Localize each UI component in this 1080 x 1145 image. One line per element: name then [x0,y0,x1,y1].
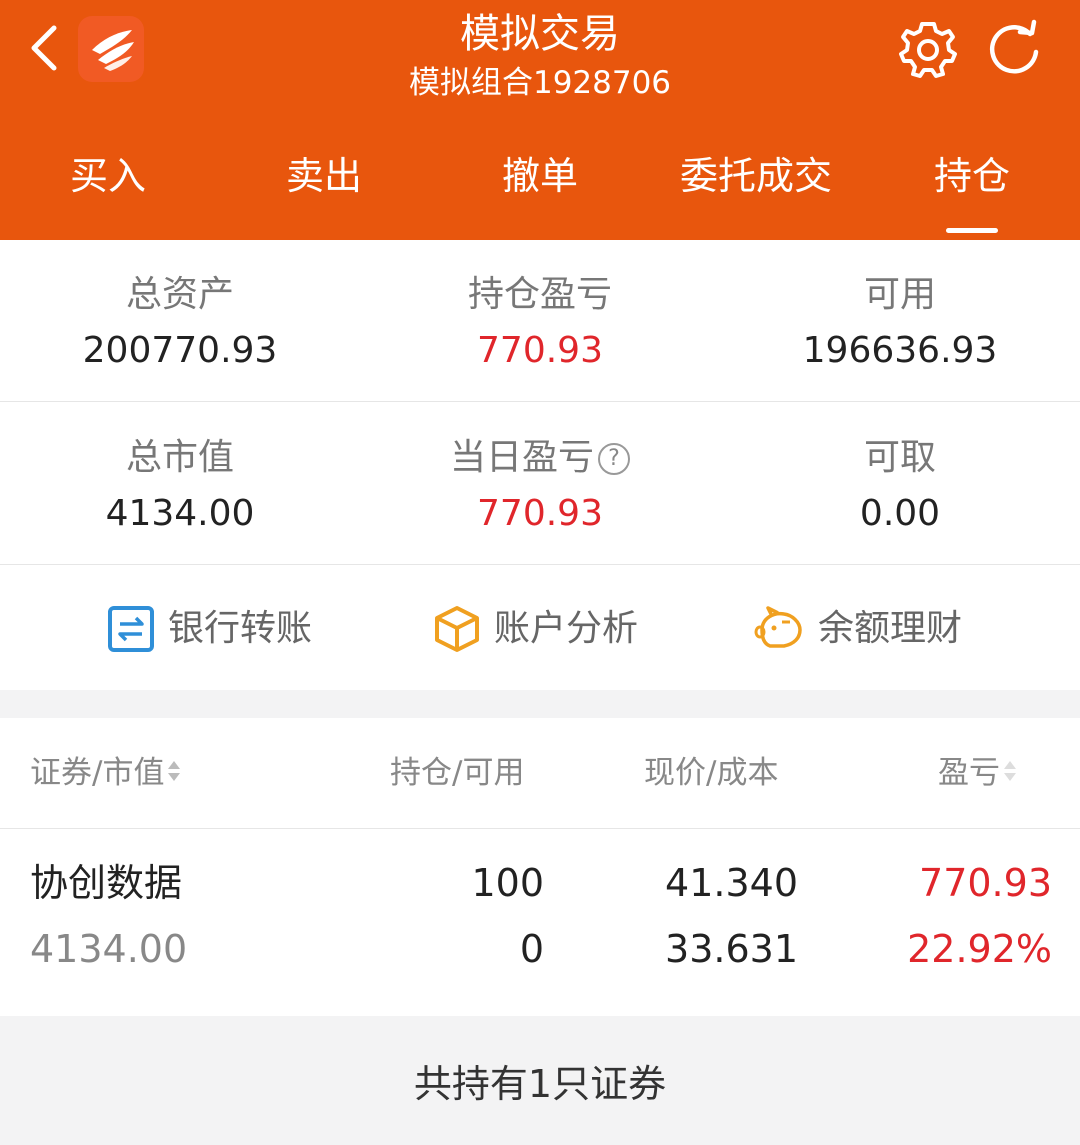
account-summary: 总资产 200770.93 持仓盈亏 770.93 可用 196636.93 总… [0,240,1080,690]
position-pnl-value: 770.93 [477,330,603,371]
piggy-bank-icon [754,606,802,648]
gear-icon[interactable] [896,18,960,82]
tab-orders[interactable]: 委托成交 [648,140,864,240]
position-qty: 100 [471,861,544,905]
app-header: 模拟交易 模拟组合1928706 买入 卖出 撤单 委托成交 持仓 [0,0,1080,240]
total-assets: 总资产 200770.93 [0,240,360,402]
quick-actions: 银行转账 账户分析 余额理财 [0,567,1080,690]
total-assets-label: 总资产 [125,274,234,315]
pnl-amount: 770.93 [919,861,1052,905]
bank-transfer-icon [108,606,154,652]
refresh-icon[interactable] [984,18,1052,82]
column-position-header: 持仓/可用 [390,755,525,791]
available-label: 可用 [863,274,936,315]
available-value: 196636.93 [802,330,998,371]
account-analysis-button[interactable]: 账户分析 [432,567,692,690]
available-qty: 0 [519,927,544,971]
holdings-summary: 共持有1只证券 [0,1016,1080,1145]
account-analysis-label: 账户分析 [494,608,639,649]
portfolio-id: 模拟组合1928706 [408,65,672,101]
page-title: 模拟交易 [460,11,620,57]
column-pnl-label: 盈亏 [938,755,1000,791]
cube-icon [435,606,479,652]
daily-pnl: 当日盈亏? 770.93 [360,403,720,565]
question-circle-icon[interactable]: ? [598,443,630,475]
cost-price: 33.631 [665,927,798,971]
daily-pnl-label-wrap: 当日盈亏? [360,433,720,483]
available-funds: 可用 196636.93 [720,240,1080,402]
sort-icon [1004,761,1016,781]
tab-positions[interactable]: 持仓 [864,140,1080,240]
bank-transfer-button[interactable]: 银行转账 [106,567,366,690]
total-assets-value: 200770.93 [82,330,278,371]
summary-row: 总资产 200770.93 持仓盈亏 770.93 可用 196636.93 [0,240,1080,402]
daily-pnl-value: 770.93 [477,493,603,534]
table-header: 证券/市值 持仓/可用 现价/成本 盈亏 [0,718,1080,829]
current-price: 41.340 [665,861,798,905]
tab-buy[interactable]: 买入 [0,140,216,240]
active-tab-indicator [946,228,998,233]
security-name: 协创数据 [30,861,183,905]
holdings-count-text: 共持有1只证券 [413,1062,667,1106]
holdings-table: 证券/市值 持仓/可用 现价/成本 盈亏 协创数据 4134.00 100 0 … [0,718,1080,1016]
withdrawable-value: 0.00 [859,493,941,534]
column-pnl-header[interactable]: 盈亏 [938,748,1018,798]
balance-finance-button[interactable]: 余额理财 [754,567,1014,690]
sort-icon [168,761,181,781]
market-value-value: 4134.00 [105,493,255,534]
withdrawable-label: 可取 [863,437,936,478]
balance-finance-label: 余额理财 [818,608,963,649]
summary-row: 总市值 4134.00 当日盈亏? 770.93 可取 0.00 [0,403,1080,565]
tab-sell[interactable]: 卖出 [216,140,432,240]
table-row[interactable]: 协创数据 4134.00 100 0 41.340 33.631 770.93 … [0,830,1080,1016]
app-logo-icon [78,16,144,82]
market-value-label: 总市值 [125,437,234,478]
bank-transfer-label: 银行转账 [168,608,313,649]
position-pnl-label: 持仓盈亏 [467,274,612,315]
tab-cancel[interactable]: 撤单 [432,140,648,240]
pnl-percent: 22.92% [907,927,1052,971]
column-price-header: 现价/成本 [644,755,779,791]
column-security-header[interactable]: 证券/市值 [30,748,182,798]
security-market-value: 4134.00 [30,927,188,971]
trade-tabs: 买入 卖出 撤单 委托成交 持仓 [0,140,1080,240]
column-security-label: 证券/市值 [30,755,165,791]
back-arrow-icon[interactable] [22,22,66,74]
daily-pnl-label: 当日盈亏 [449,437,594,478]
position-pnl: 持仓盈亏 770.93 [360,240,720,402]
market-value: 总市值 4134.00 [0,403,360,565]
withdrawable: 可取 0.00 [720,403,1080,565]
